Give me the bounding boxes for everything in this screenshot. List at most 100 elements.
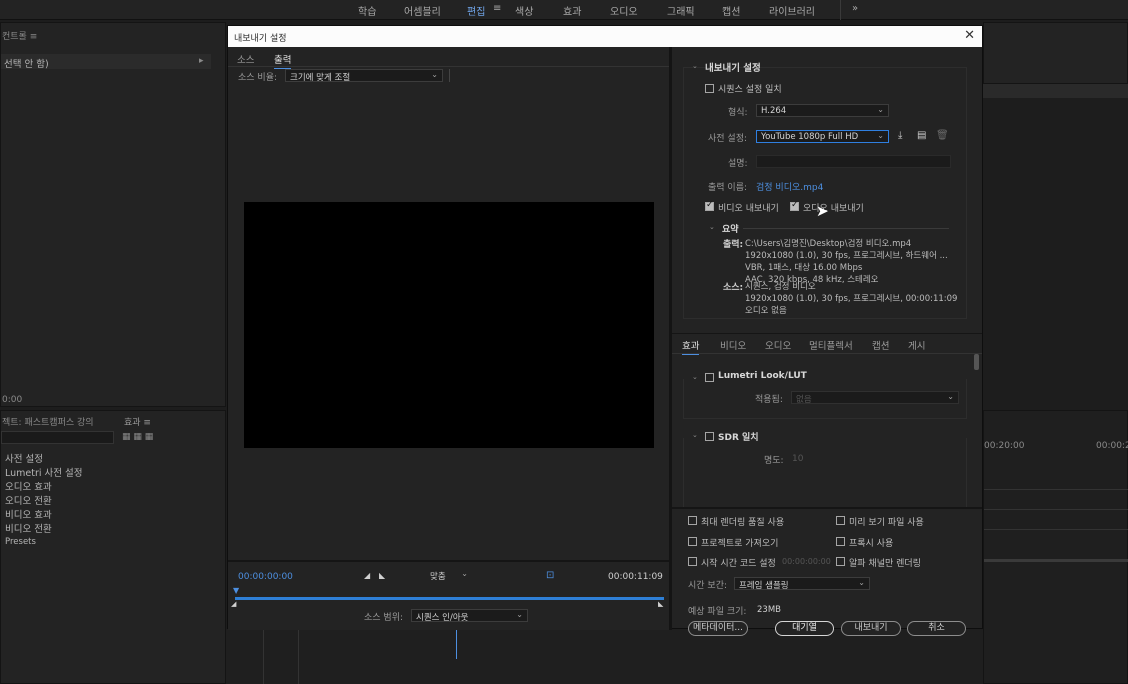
use-proxy-checkbox[interactable] [836,537,845,546]
effects-list-item[interactable]: Presets [5,537,36,547]
effects-panel: 젝트: 패스트캠퍼스 강의 효과 ≡ ▦ ▦ ▦ 사전 설정 Lumetri 사전… [0,410,226,684]
summary-collapse-icon[interactable]: ⌄ [709,223,715,231]
playhead-icon[interactable]: ▼ [233,586,239,595]
alpha-only-checkbox[interactable] [836,557,845,566]
effects-settings: ⌄ Lumetri Look/LUT 적용됨: 없음 ⌄ ⌄ SDR 일치 명도… [672,354,982,507]
preset-label: 사전 설정: [708,134,748,144]
project-tab[interactable]: 젝트: 패스트캠퍼스 강의 [2,415,94,428]
applied-dropdown[interactable]: 없음 ⌄ [791,391,959,405]
est-size-value: 23MB [757,605,781,615]
workspace-tab-0[interactable]: 학습 [358,3,376,18]
preset-dropdown[interactable]: YouTube 1080p Full HD ⌄ [756,130,889,143]
chevron-down-icon: ⌄ [431,70,438,79]
effects-list-item[interactable]: 오디오 전환 [5,493,52,507]
effects-search-input[interactable] [1,431,114,444]
format-label: 형식: [728,108,748,118]
workspace-tab-2[interactable]: 편집 [467,3,485,18]
timeline-bottom [226,629,983,684]
save-preset-icon[interactable]: ⤓ [898,130,902,141]
format-dropdown[interactable]: H.264 ⌄ [756,104,889,117]
output-name-link[interactable]: 검정 비디오.mp4 [756,180,823,193]
timeline-scrubber[interactable] [235,597,664,600]
source-timecode: 0:00 [2,395,23,405]
use-preview-checkbox[interactable] [836,516,845,525]
scrollbar[interactable] [974,354,979,370]
settings-tab-1[interactable]: 비디오 [720,338,746,352]
cancel-button[interactable]: 취소 [907,621,966,636]
current-timecode[interactable]: 00:00:00:00 [238,572,293,582]
effects-list-item[interactable]: 비디오 효과 [5,507,52,521]
fit-dropdown[interactable]: 맞춤 ⌄ [426,569,472,582]
export-audio-checkbox[interactable] [790,200,799,211]
match-sequence-label: 시퀀스 설정 일치 [718,85,782,95]
alpha-only-label: 알파 채널만 렌더링 [849,559,921,569]
chevron-down-icon: ⌄ [516,610,523,619]
source-range-dropdown[interactable]: 시퀀스 인/아웃 ⌄ [411,609,528,623]
collapse-icon[interactable]: ⌄ [692,62,698,70]
workspace-bar: 학습 어셈블리 편집 ≡ 색상 효과 오디오 그래픽 캡션 라이브러리 » [0,0,1128,20]
chevron-down-icon: ⌄ [461,569,468,578]
brightness-value[interactable]: 10 [792,454,803,464]
metadata-button[interactable]: 메타데이터... [688,621,748,636]
out-point-icon[interactable]: ◣ [658,600,663,608]
preview-pane: 소스 출력 소스 비율: 크기에 맞게 조절 ⌄ 00:00:00:00 ◢ ◣… [228,47,669,630]
effects-list-item[interactable]: 비디오 전환 [5,521,52,535]
export-video-label: 비디오 내보내기 [718,204,779,214]
effects-list-item[interactable]: Lumetri 사전 설정 [5,465,83,479]
video-preview [244,202,654,448]
in-point-icon[interactable]: ◢ [231,600,236,608]
import-preset-icon[interactable]: ▤ [917,130,926,141]
mark-in-icon[interactable]: ◢ [364,571,370,580]
workspace-tab-3[interactable]: 색상 [515,3,533,18]
dialog-title: 내보내기 설정 [234,34,287,44]
start-timecode-checkbox[interactable] [688,557,697,566]
settings-tab-2[interactable]: 오디오 [765,338,791,352]
summary-output: C:\Users\김명진\Desktop\검정 비디오.mp4 1920x108… [745,239,948,285]
settings-tab-3[interactable]: 멀티플렉서 [809,338,853,352]
import-project-checkbox[interactable] [688,537,697,546]
expand-icon[interactable]: ▸ [199,56,204,66]
queue-button[interactable]: 대기열 [775,621,834,636]
settings-tab-4[interactable]: 캡션 [872,338,889,352]
effects-list-item[interactable]: 사전 설정 [5,451,43,465]
workspace-menu-icon[interactable]: ≡ [493,3,501,14]
mark-out-icon[interactable]: ◣ [379,571,385,580]
close-icon[interactable]: ✕ [964,28,975,43]
comment-label: 설명: [728,159,748,169]
comment-input[interactable] [756,155,951,168]
workspace-tab-6[interactable]: 그래픽 [667,3,695,18]
source-range-label: 소스 범위: [364,613,404,623]
match-sequence-checkbox[interactable] [705,84,714,93]
source-scale-dropdown[interactable]: 크기에 맞게 조절 ⌄ [285,69,443,83]
start-timecode-value[interactable]: 00:00:00:00 [782,557,831,566]
export-button[interactable]: 내보내기 [841,621,901,636]
crop-icon[interactable]: ⊡ [546,570,554,581]
start-timecode-label: 시작 시간 코드 설정 [701,559,776,569]
summary-header: 요약 [722,225,739,235]
export-video-checkbox[interactable] [705,200,714,211]
cursor-arrow-icon: ➤ [816,202,829,220]
workspace-more[interactable]: » [852,3,858,14]
export-audio-label: 오디오 내보내기 [803,204,864,214]
settings-tab-5[interactable]: 게시 [908,338,925,352]
workspace-tab-1[interactable]: 어셈블리 [404,3,441,18]
source-monitor-panel: 컨트롤 ≡ 선택 안 함) ▸ 0:00 [0,22,226,407]
delete-preset-icon[interactable]: 🗑 [936,130,949,141]
workspace-tab-5[interactable]: 오디오 [610,3,638,18]
new-bin-icon[interactable]: ▦ ▦ ▦ [122,432,153,442]
max-render-checkbox[interactable] [688,516,697,525]
effects-tab[interactable]: 효과 ≡ [124,415,151,428]
timeline-time-2: 00:00:25 [1096,441,1128,451]
workspace-tab-7[interactable]: 캡션 [722,3,740,18]
source-panel-item[interactable]: 선택 안 함) [4,56,49,70]
source-panel-title: 컨트롤 ≡ [2,32,38,42]
program-monitor-area [983,22,1128,84]
effects-list-item[interactable]: 오디오 효과 [5,479,52,493]
workspace-tab-8[interactable]: 라이브러리 [769,3,815,18]
applied-label: 적용됨: [755,395,783,405]
max-render-label: 최대 렌더링 품질 사용 [701,518,785,528]
workspace-tab-4[interactable]: 효과 [563,3,581,18]
time-interp-dropdown[interactable]: 프레임 샘플링 ⌄ [734,577,870,591]
est-size-label: 예상 파일 크기: [688,607,747,617]
tab-source[interactable]: 소스 [237,52,254,66]
